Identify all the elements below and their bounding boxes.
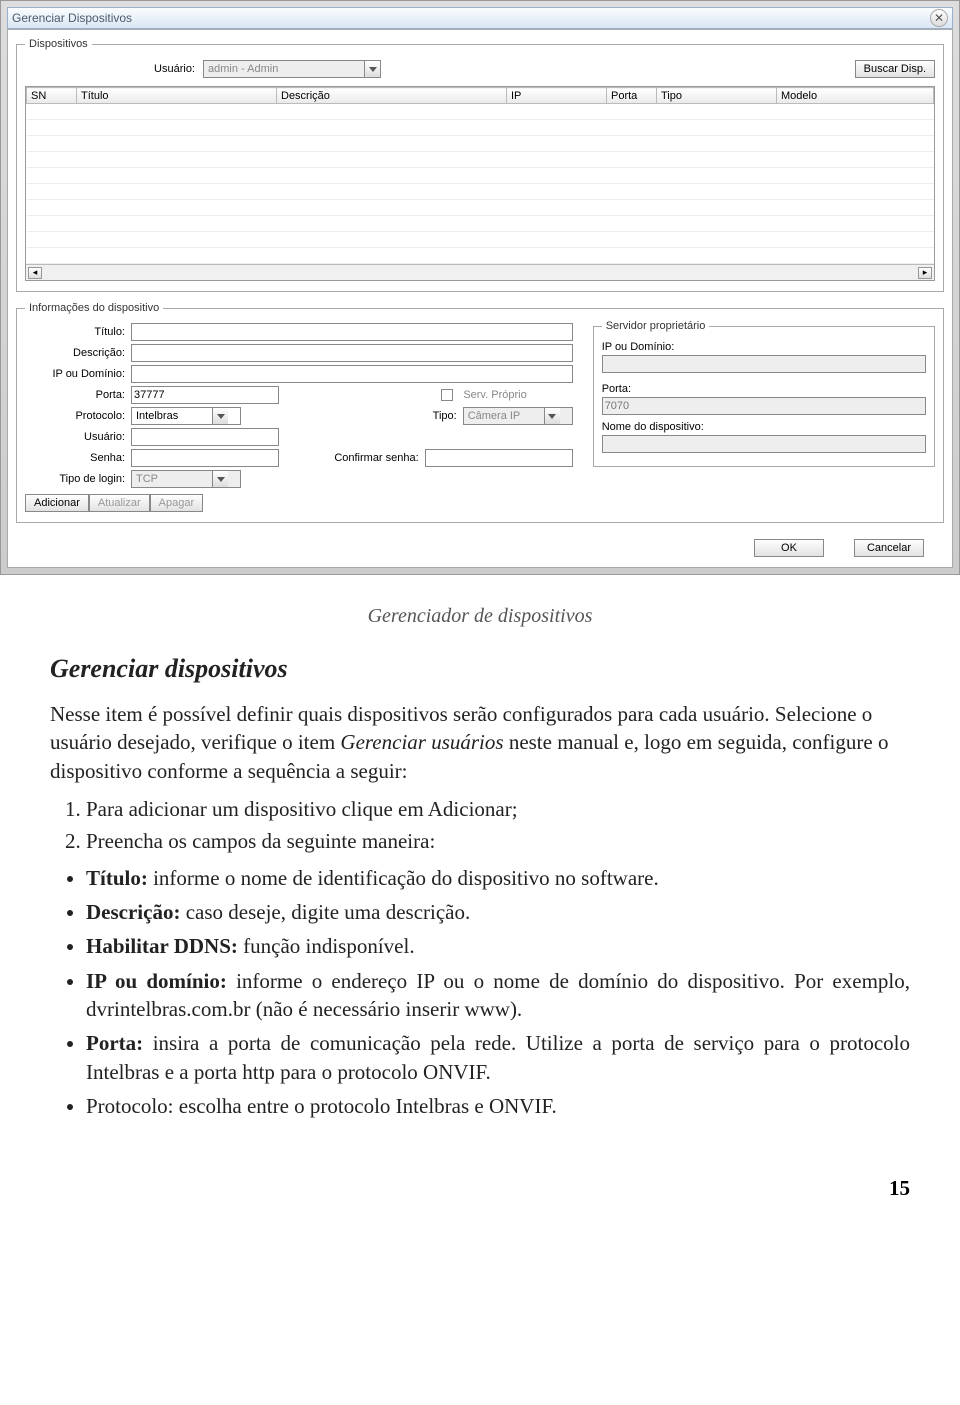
server-owner-legend: Servidor proprietário xyxy=(602,320,710,332)
porta-label: Porta: xyxy=(25,389,125,401)
server-porta-input[interactable] xyxy=(602,397,926,415)
senha-label: Senha: xyxy=(25,452,125,464)
titulo-label: Título: xyxy=(25,326,125,338)
chevron-down-icon xyxy=(212,471,228,487)
tipo-login-select[interactable]: TCP xyxy=(131,470,241,488)
list-item: IP ou domínio: informe o endereço IP ou … xyxy=(86,967,910,1024)
col-modelo[interactable]: Modelo xyxy=(777,88,934,104)
adicionar-button[interactable]: Adicionar xyxy=(25,494,89,512)
list-item: Habilitar DDNS: função indisponível. xyxy=(86,932,910,960)
atualizar-button[interactable]: Atualizar xyxy=(89,494,150,512)
table-row[interactable] xyxy=(27,136,934,152)
col-porta[interactable]: Porta xyxy=(607,88,657,104)
devices-table: SN Título Descrição IP Porta Tipo Modelo xyxy=(25,86,935,281)
devices-legend: Dispositivos xyxy=(25,38,92,50)
list-item: Porta: insira a porta de comunicação pel… xyxy=(86,1029,910,1086)
titlebar: Gerenciar Dispositivos ✕ xyxy=(7,7,953,29)
server-ip-label: IP ou Domínio: xyxy=(602,341,926,353)
list-item: Título: informe o nome de identificação … xyxy=(86,864,910,892)
tipo-select[interactable]: Câmera IP xyxy=(463,407,573,425)
descricao-label: Descrição: xyxy=(25,347,125,359)
server-owner-fieldset: Servidor proprietário IP ou Domínio: Por… xyxy=(593,320,935,467)
chevron-down-icon xyxy=(212,408,228,424)
table-row[interactable] xyxy=(27,232,934,248)
protocolo-label: Protocolo: xyxy=(25,410,125,422)
device-info-fieldset: Informações do dispositivo Título: Descr… xyxy=(16,302,944,523)
document-body: Gerenciador de dispositivos Gerenciar di… xyxy=(0,575,960,1146)
bullet-list: Título: informe o nome de identificação … xyxy=(86,864,910,1121)
page-number: 15 xyxy=(0,1146,960,1221)
confirmar-senha-label: Confirmar senha: xyxy=(309,452,419,464)
confirmar-senha-input[interactable] xyxy=(425,449,573,467)
list-item: Para adicionar um dispositivo clique em … xyxy=(86,795,910,823)
serv-proprio-checkbox[interactable] xyxy=(441,389,453,401)
scroll-right-icon[interactable]: ▸ xyxy=(918,267,932,279)
server-nome-label: Nome do dispositivo: xyxy=(602,421,926,433)
table-row[interactable] xyxy=(27,104,934,120)
senha-input[interactable] xyxy=(131,449,279,467)
figure-caption: Gerenciador de dispositivos xyxy=(50,605,910,628)
col-ip[interactable]: IP xyxy=(507,88,607,104)
user-select[interactable]: admin - Admin xyxy=(203,60,381,78)
intro-paragraph: Nesse item é possível definir quais disp… xyxy=(50,700,910,785)
col-sn[interactable]: SN xyxy=(27,88,77,104)
col-tipo[interactable]: Tipo xyxy=(657,88,777,104)
tipo-login-label: Tipo de login: xyxy=(25,473,125,485)
titulo-input[interactable] xyxy=(131,323,573,341)
table-header-row: SN Título Descrição IP Porta Tipo Modelo xyxy=(27,88,934,104)
table-row[interactable] xyxy=(27,168,934,184)
list-item: Protocolo: escolha entre o protocolo Int… xyxy=(86,1092,910,1120)
devices-fieldset: Dispositivos Usuário: admin - Admin Busc… xyxy=(16,38,944,292)
usuario-input[interactable] xyxy=(131,428,279,446)
app-window: Gerenciar Dispositivos ✕ Dispositivos Us… xyxy=(0,0,960,575)
user-label: Usuário: xyxy=(25,63,195,75)
table-row[interactable] xyxy=(27,152,934,168)
steps-list: Para adicionar um dispositivo clique em … xyxy=(86,795,910,856)
close-icon[interactable]: ✕ xyxy=(930,9,948,27)
cancel-button[interactable]: Cancelar xyxy=(854,539,924,557)
chevron-down-icon xyxy=(544,408,560,424)
list-item: Preencha os campos da seguinte maneira: xyxy=(86,827,910,855)
col-descricao[interactable]: Descrição xyxy=(277,88,507,104)
tipo-label: Tipo: xyxy=(417,410,457,422)
apagar-button[interactable]: Apagar xyxy=(150,494,203,512)
server-porta-label: Porta: xyxy=(602,383,926,395)
usuario-label: Usuário: xyxy=(25,431,125,443)
search-devices-button[interactable]: Buscar Disp. xyxy=(855,60,935,78)
device-info-legend: Informações do dispositivo xyxy=(25,302,163,314)
table-row[interactable] xyxy=(27,248,934,264)
window-title: Gerenciar Dispositivos xyxy=(12,11,132,25)
server-nome-input[interactable] xyxy=(602,435,926,453)
server-ip-input[interactable] xyxy=(602,355,926,373)
ip-dominio-label: IP ou Domínio: xyxy=(25,368,125,380)
table-row[interactable] xyxy=(27,200,934,216)
protocolo-select[interactable]: Intelbras xyxy=(131,407,241,425)
porta-input[interactable] xyxy=(131,386,279,404)
ip-dominio-input[interactable] xyxy=(131,365,573,383)
table-row[interactable] xyxy=(27,184,934,200)
horizontal-scrollbar[interactable]: ◂ ▸ xyxy=(26,264,934,280)
col-titulo[interactable]: Título xyxy=(77,88,277,104)
list-item: Descrição: caso deseje, digite uma descr… xyxy=(86,898,910,926)
table-row[interactable] xyxy=(27,120,934,136)
chevron-down-icon xyxy=(364,61,380,77)
section-heading: Gerenciar dispositivos xyxy=(50,654,910,684)
descricao-input[interactable] xyxy=(131,344,573,362)
ok-button[interactable]: OK xyxy=(754,539,824,557)
table-row[interactable] xyxy=(27,216,934,232)
scroll-left-icon[interactable]: ◂ xyxy=(28,267,42,279)
serv-proprio-label: Serv. Próprio xyxy=(463,389,526,401)
